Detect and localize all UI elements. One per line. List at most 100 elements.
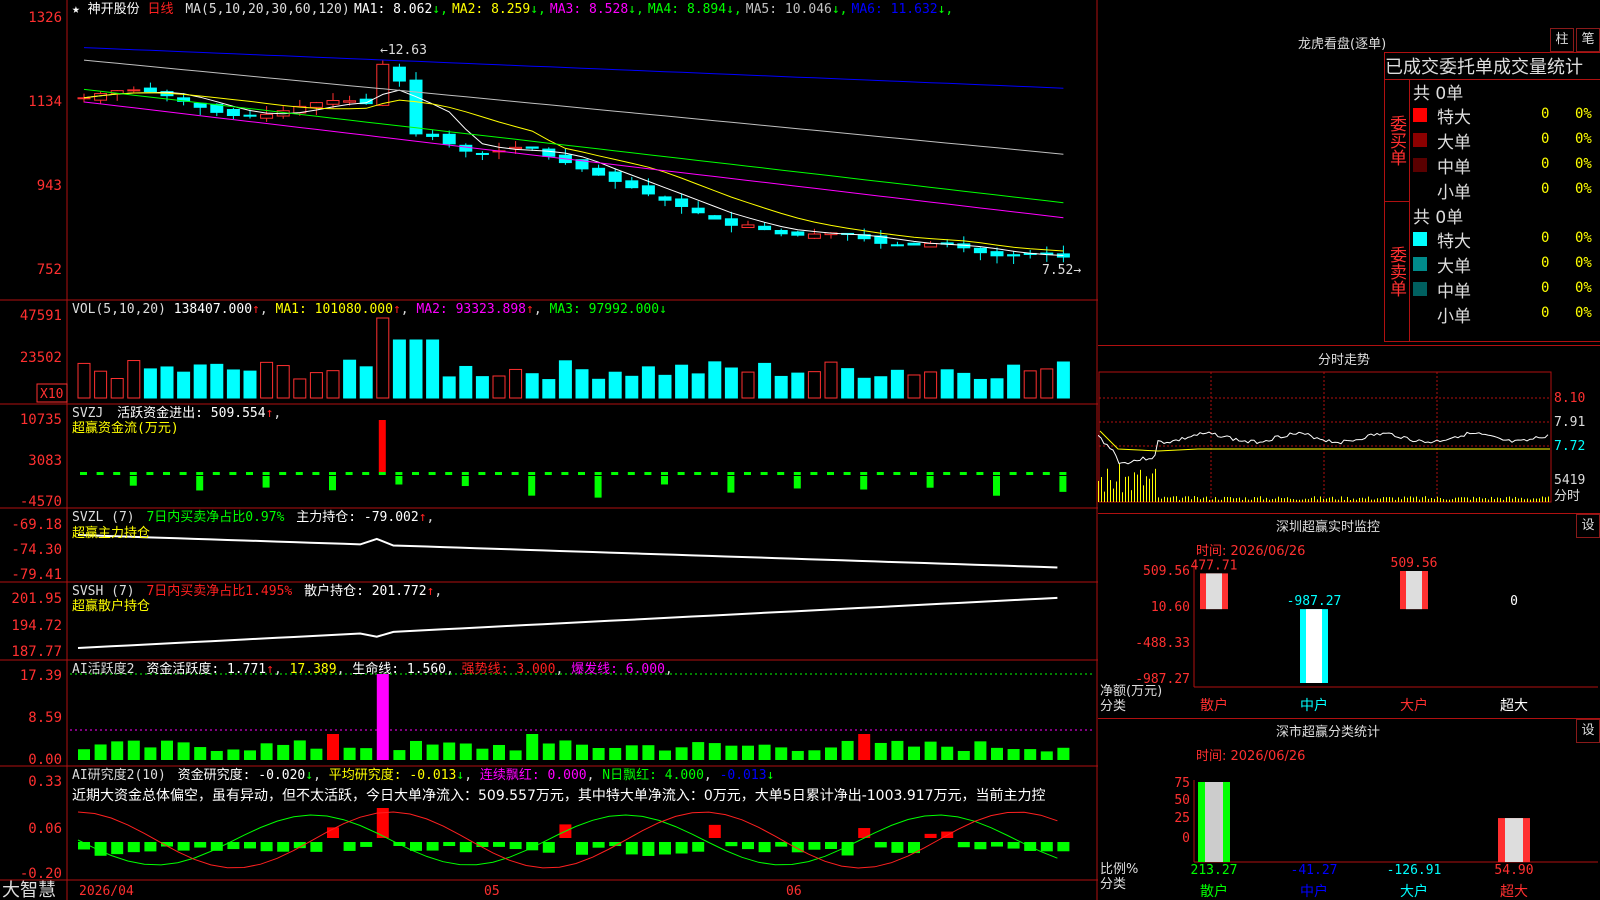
ai-active-bar: [459, 743, 472, 760]
monitor-date: 时间: 2026/06/26: [1196, 544, 1305, 559]
ai-active-bar: [808, 750, 821, 760]
intraday-vol-bar: [1137, 474, 1138, 502]
volume-bar: [243, 370, 257, 399]
intraday-title: 分时走势: [1318, 353, 1371, 368]
volume-bar: [392, 339, 406, 399]
ai-active-bar: [111, 741, 124, 760]
candle-body: [724, 218, 738, 226]
kline-chart-area[interactable]: ★ 神开股份 日线 MA(5,10,20,30,60,120) MA1: 8.0…: [0, 0, 1098, 900]
ai-active-bar: [94, 744, 107, 760]
volume-bar: [874, 376, 888, 399]
intraday-vol-bar: [1365, 498, 1366, 502]
svg-text:23502: 23502: [20, 350, 62, 366]
low-marker: 7.52→: [1042, 263, 1081, 278]
sell-row-pct: 0%: [1575, 230, 1592, 246]
intraday-vol-bar: [1260, 496, 1261, 502]
buy-row-pct: 0%: [1575, 131, 1592, 147]
svzj-dash: [312, 472, 320, 475]
svzj-dash: [262, 472, 270, 475]
intraday-vol-bar: [1416, 496, 1417, 502]
svg-text:1326: 1326: [28, 10, 62, 26]
volume-bar: [924, 371, 938, 399]
volume-bar: [841, 368, 855, 399]
intraday-vol-bar: [1485, 498, 1486, 502]
svzj-dash: [146, 472, 154, 475]
ai-active-bar: [293, 740, 306, 760]
intraday-vol-bar: [1428, 498, 1429, 502]
ai-research-bar: [493, 842, 505, 847]
intraday-price-line: [1098, 431, 1549, 465]
svzj-dash: [196, 472, 204, 475]
svzj-dash: [744, 472, 751, 475]
volume-bar: [890, 369, 904, 399]
intraday-panel[interactable]: 分时走势 8.10 7.91 7.72 5419 分时: [1098, 345, 1600, 514]
ai-active-bar: [957, 750, 970, 760]
ai-active-bar: [244, 750, 256, 760]
ai-active-bar: [874, 742, 887, 760]
intraday-vol-bar: [1512, 498, 1513, 502]
monitor-category: 大户: [1400, 697, 1428, 714]
intraday-vol-bar: [1350, 499, 1351, 502]
intraday-vol-bar: [1308, 499, 1309, 502]
volume-bar: [77, 362, 91, 399]
intraday-vol-bar: [1317, 499, 1318, 502]
svzj-dash: [1026, 472, 1034, 475]
ai-research-bar: [111, 842, 124, 855]
monitor-bar-label: 509.56: [1391, 556, 1438, 571]
volume-bar: [1023, 370, 1037, 399]
svzj-dash: [760, 472, 768, 475]
intraday-vol-bar: [1395, 499, 1396, 502]
svg-text:-79.41: -79.41: [11, 567, 62, 583]
intraday-vol-bar: [1398, 497, 1399, 502]
intraday-vol-bar: [1449, 499, 1450, 502]
svg-text:-74.30: -74.30: [11, 542, 62, 558]
volume-bar: [177, 371, 191, 399]
ai-active-bar: [144, 747, 157, 760]
ai-active-bar: [1024, 749, 1037, 760]
candle-body: [592, 167, 606, 176]
volume-bar: [110, 377, 124, 399]
intraday-vol-bar: [1527, 498, 1528, 502]
svg-text:06: 06: [786, 884, 802, 899]
ai-research-bar: [1007, 842, 1020, 849]
monitor-bar-label: 0: [1510, 594, 1518, 609]
volume-bar: [658, 374, 672, 399]
ai-research-bar: [127, 842, 140, 853]
ai-active-bar: [78, 749, 90, 760]
classify-category: 散户: [1200, 883, 1228, 900]
intraday-vol-bar: [1500, 498, 1501, 502]
bar-mode-button[interactable]: 柱: [1550, 28, 1574, 52]
ai-research-bars: [78, 808, 1070, 856]
intraday-vol-bar: [1257, 497, 1258, 502]
volume-bar: [774, 375, 788, 399]
candle-body: [343, 100, 357, 103]
volume-bar: [807, 371, 821, 399]
intraday-vol-bar: [1278, 496, 1279, 502]
intraday-vol-bar: [1209, 499, 1210, 502]
candle-body: [392, 66, 406, 82]
svg-text:05: 05: [484, 884, 500, 899]
svzj-dash: [1059, 472, 1067, 475]
candle-body: [525, 146, 539, 149]
ai-active-bar: [376, 674, 389, 760]
intraday-vol-bar: [1284, 498, 1285, 502]
volume-bar: [1056, 361, 1070, 399]
intraday-vol-bar: [1437, 496, 1438, 502]
intraday-vol-bar: [1356, 499, 1357, 502]
svzj-dash: [495, 472, 502, 475]
pen-mode-button[interactable]: 笔: [1576, 28, 1600, 52]
candle-body: [658, 196, 672, 201]
intraday-chart[interactable]: 8.10 7.91 7.72 5419分时: [1098, 371, 1600, 511]
ai-research-bar: [509, 842, 522, 850]
classify-bar-label: 54.90: [1494, 863, 1533, 878]
intraday-vol-bar: [1272, 499, 1273, 502]
buy-row-count: 0: [1541, 181, 1550, 197]
ai-active-bar: [742, 745, 754, 760]
right-panel: 龙虎看盘(逐单) 柱 笔 已成交委托单成交量统计 委买单 委卖单 共 0单 共 …: [1098, 0, 1600, 900]
intraday-vol-bar: [1224, 496, 1225, 502]
intraday-vol-bar: [1434, 498, 1435, 502]
svzj-dash: [893, 472, 901, 475]
intraday-vol-bar: [1491, 496, 1492, 502]
ma-values: MA1: 8.062↓, MA2: 8.259↓, MA3: 8.528↓, MA4:…: [354, 2, 953, 17]
volume-bar: [210, 363, 224, 399]
